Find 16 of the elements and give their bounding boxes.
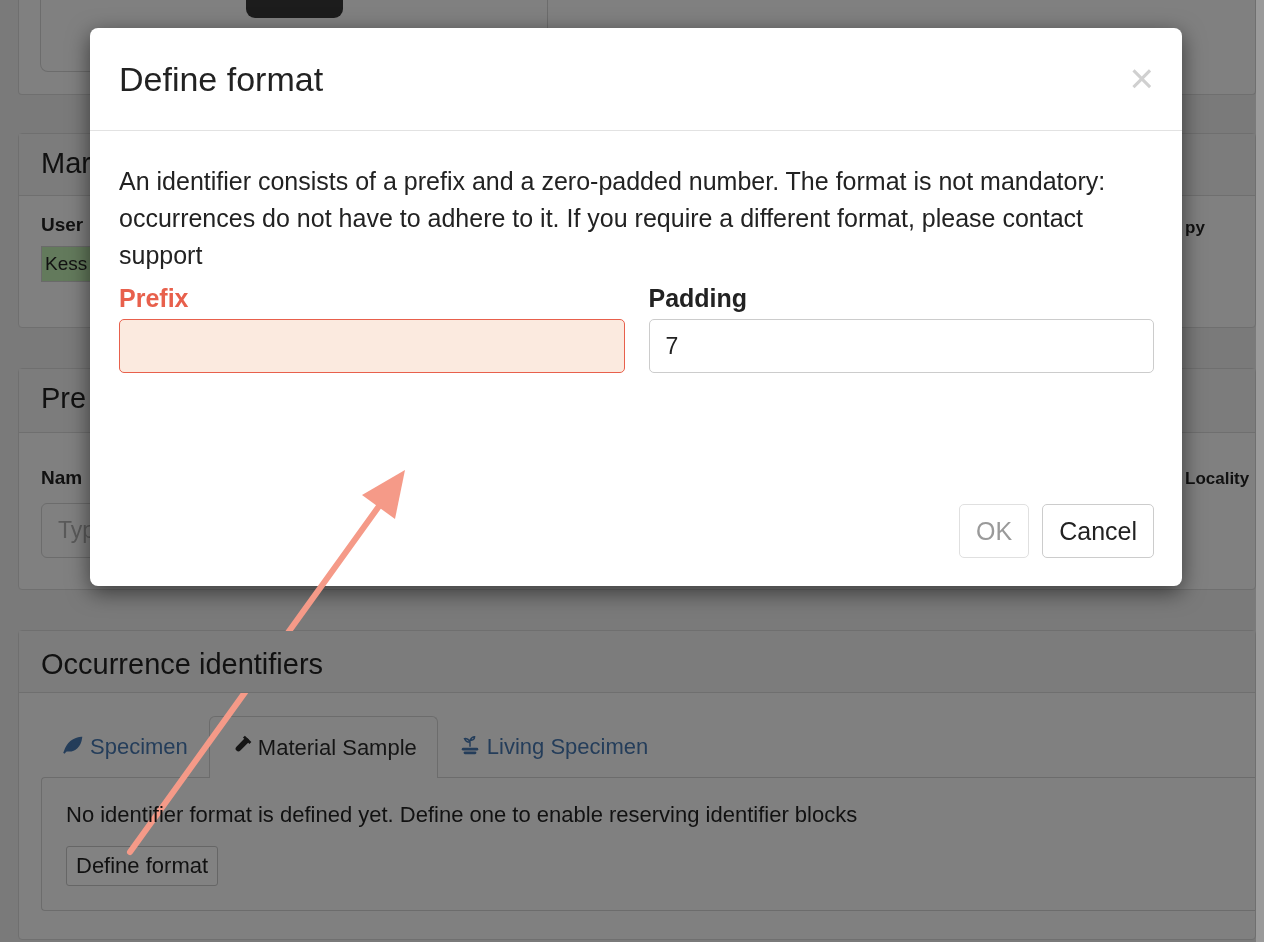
column-label: Locality [1185, 469, 1251, 490]
tab[interactable]: Living Specimen [437, 715, 670, 777]
input-field[interactable]: 7 [648, 319, 1154, 373]
cancel-button[interactable]: Cancel [1042, 504, 1154, 558]
column-label: py [1185, 218, 1206, 239]
panel-title: Occurrence identifiers [19, 631, 1255, 693]
field-label: User [41, 214, 84, 236]
field-label: Padding [648, 284, 748, 313]
field-label: Prefix [119, 284, 189, 313]
leaf-icon [62, 734, 84, 756]
input-field[interactable] [119, 319, 625, 373]
dialog-title: Define format [119, 59, 324, 99]
tab[interactable]: Specimen [41, 715, 209, 777]
column-label: Nam [41, 467, 83, 489]
tab[interactable]: Material Sample [208, 716, 438, 778]
define-format-button[interactable]: Define format [66, 846, 219, 886]
